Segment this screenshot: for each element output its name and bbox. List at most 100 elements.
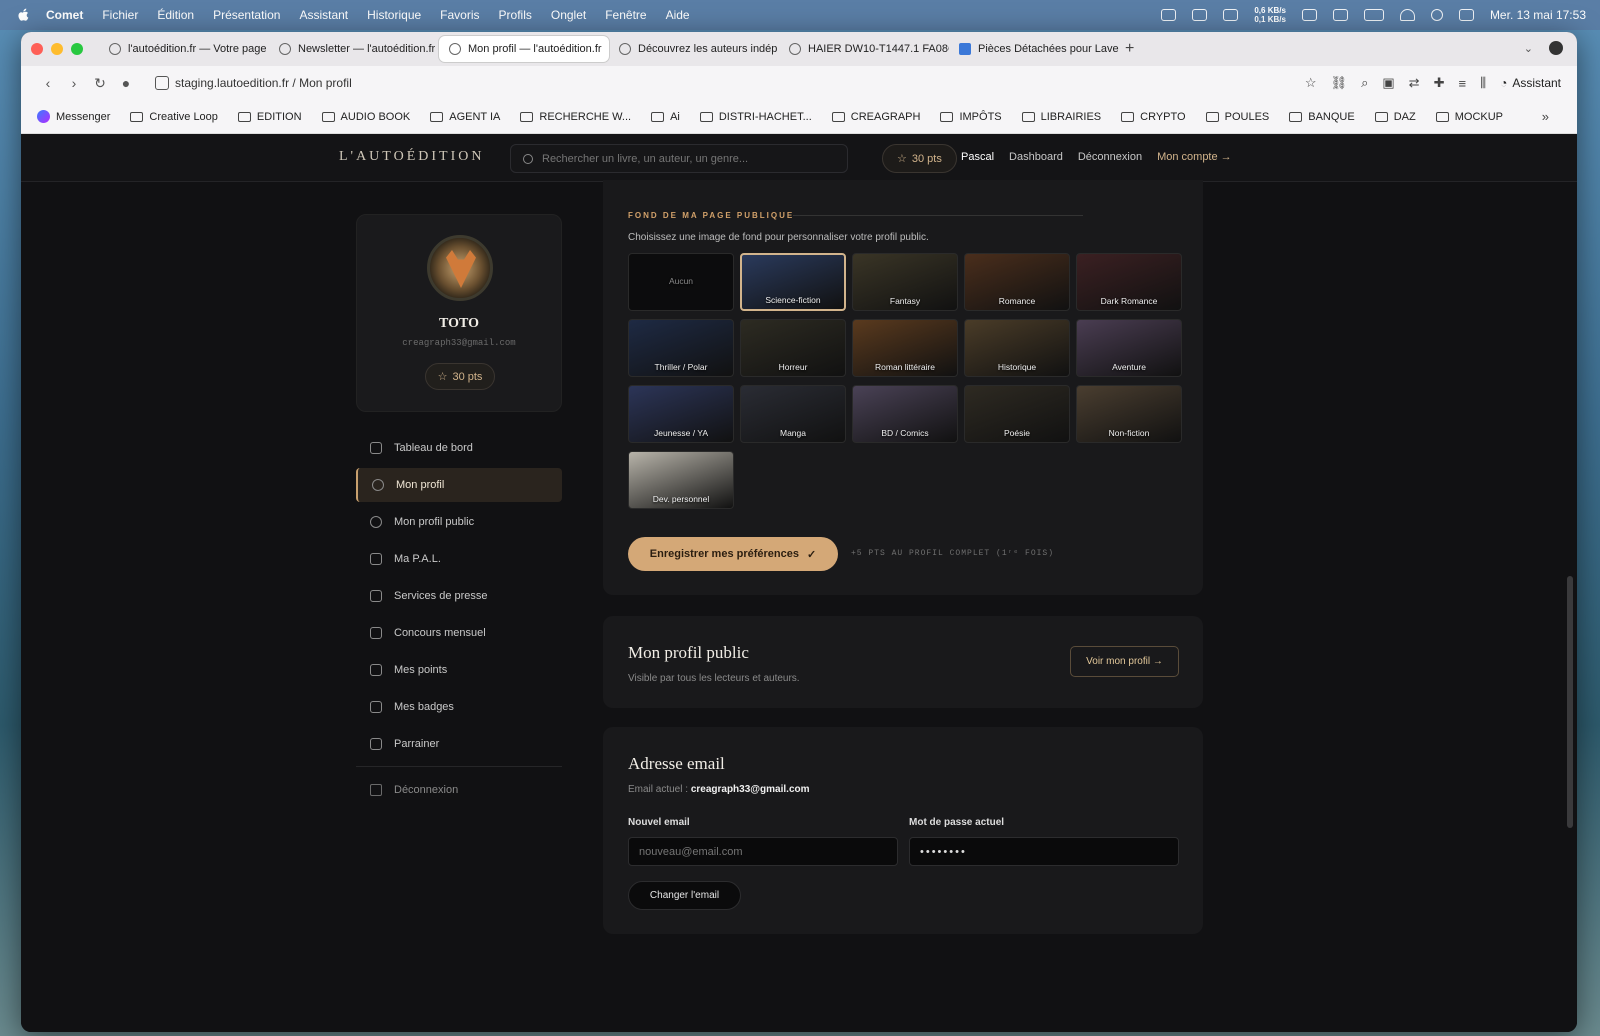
sidebar-item-tableau-de-bord[interactable]: Tableau de bord <box>356 431 562 465</box>
assistant-button[interactable]: ◔ Assistant <box>1500 76 1561 90</box>
menu-edition[interactable]: Édition <box>157 8 194 22</box>
background-option[interactable]: Poésie <box>964 385 1070 443</box>
menu-assistant[interactable]: Assistant <box>299 8 348 22</box>
apple-icon[interactable] <box>16 8 30 22</box>
zoom-window-button[interactable] <box>71 43 83 55</box>
change-email-button[interactable]: Changer l'email <box>628 881 741 910</box>
puzzle-icon[interactable]: ✚ <box>1434 75 1445 91</box>
menu-fichier[interactable]: Fichier <box>102 8 138 22</box>
menu-presentation[interactable]: Présentation <box>213 8 280 22</box>
bookmark-folder[interactable]: CREAGRAPH <box>831 111 920 123</box>
sidebar-item-parrainer[interactable]: Parrainer <box>356 727 562 761</box>
points-badge[interactable]: ☆ 30 pts <box>882 144 957 173</box>
background-option[interactable]: Non-fiction <box>1076 385 1182 443</box>
battery-icon[interactable] <box>1363 9 1384 21</box>
view-profile-button[interactable]: Voir mon profil → <box>1070 646 1179 677</box>
profile-icon[interactable] <box>1549 41 1563 55</box>
new-tab-button[interactable]: + <box>1125 40 1134 58</box>
background-option[interactable]: Historique <box>964 319 1070 377</box>
tab-autoedition-home[interactable]: l'autoédition.fr — Votre page <box>99 36 269 62</box>
bookmark-folder[interactable]: EDITION <box>237 111 302 123</box>
scrollbar[interactable] <box>1567 576 1573 828</box>
wifi-icon[interactable] <box>1399 9 1415 21</box>
background-option[interactable]: Dark Romance <box>1076 253 1182 311</box>
url-field[interactable]: staging.lautoedition.fr / Mon profil <box>155 76 352 90</box>
background-option[interactable]: Thriller / Polar <box>628 319 734 377</box>
new-email-field[interactable] <box>628 837 898 866</box>
nav-my-account[interactable]: Mon compte → <box>1157 151 1232 163</box>
status-app-icon[interactable] <box>1223 9 1239 21</box>
bookmark-folder[interactable]: LIBRAIRIES <box>1021 111 1101 123</box>
bookmark-folder[interactable]: IMPÔTS <box>940 111 1002 123</box>
background-option[interactable]: Science-fiction <box>740 253 846 311</box>
minimize-window-button[interactable] <box>51 43 63 55</box>
sidebar-item-profil-public[interactable]: Mon profil public <box>356 505 562 539</box>
bookmark-folder[interactable]: MOCKUP <box>1435 111 1503 123</box>
menu-aide[interactable]: Aide <box>666 8 690 22</box>
background-option[interactable]: Dev. personnel <box>628 451 734 509</box>
tab-newsletter[interactable]: Newsletter — l'autoédition.fr <box>269 36 439 62</box>
control-center-icon[interactable] <box>1458 9 1474 21</box>
bluetooth-icon[interactable] <box>1332 9 1348 21</box>
sidebar-item-concours[interactable]: Concours mensuel <box>356 616 562 650</box>
spotlight-icon[interactable] <box>1430 9 1443 21</box>
tab-pieces-detachees[interactable]: Pièces Détachées pour Lave <box>949 36 1119 62</box>
status-app-icon[interactable] <box>1161 9 1177 21</box>
menu-icon[interactable]: ≡ <box>1458 76 1466 91</box>
menu-onglet[interactable]: Onglet <box>551 8 586 22</box>
site-info-icon[interactable] <box>155 76 169 90</box>
sidebar-logout[interactable]: Déconnexion <box>370 784 458 796</box>
save-preferences-button[interactable]: Enregistrer mes préférences ✓ <box>628 537 838 571</box>
background-option[interactable]: Aucun <box>628 253 734 311</box>
bookmark-star-icon[interactable]: ☆ <box>1305 75 1317 91</box>
reload-icon[interactable]: ↻ <box>87 75 113 92</box>
background-option[interactable]: Aventure <box>1076 319 1182 377</box>
bookmark-folder[interactable]: BANQUE <box>1289 111 1355 123</box>
close-window-button[interactable] <box>31 43 43 55</box>
bookmark-folder[interactable]: DISTRI-HACHET... <box>699 111 812 123</box>
status-app-icon[interactable] <box>1192 9 1208 21</box>
nav-username[interactable]: Pascal <box>961 151 994 163</box>
background-option[interactable]: Fantasy <box>852 253 958 311</box>
password-field[interactable] <box>909 837 1179 866</box>
menu-profils[interactable]: Profils <box>499 8 532 22</box>
translate-icon[interactable]: ⇄ <box>1409 75 1420 91</box>
sidebar-item-points[interactable]: Mes points <box>356 653 562 687</box>
background-option[interactable]: Manga <box>740 385 846 443</box>
back-icon[interactable]: ‹ <box>35 75 61 91</box>
menu-fenetre[interactable]: Fenêtre <box>605 8 646 22</box>
nav-logout[interactable]: Déconnexion <box>1078 151 1142 163</box>
background-option[interactable]: BD / Comics <box>852 385 958 443</box>
menu-historique[interactable]: Historique <box>367 8 421 22</box>
tab-mon-profil[interactable]: Mon profil — l'autoédition.fr <box>439 36 609 62</box>
display-icon[interactable] <box>1301 9 1317 21</box>
bookmark-folder[interactable]: CRYPTO <box>1121 111 1186 123</box>
bookmark-folder[interactable]: POULES <box>1205 111 1269 123</box>
bookmark-folder[interactable]: Ai <box>651 111 680 123</box>
bookmark-folder[interactable]: DAZ <box>1374 111 1416 123</box>
zoom-icon[interactable]: ⌕ <box>1361 75 1368 91</box>
sidebar-item-mon-profil[interactable]: Mon profil <box>356 468 562 502</box>
background-option[interactable]: Jeunesse / YA <box>628 385 734 443</box>
background-option[interactable]: Romance <box>964 253 1070 311</box>
forward-icon[interactable]: › <box>61 75 87 91</box>
nav-dashboard[interactable]: Dashboard <box>1009 151 1063 163</box>
site-logo[interactable]: L'AUTOÉDITION <box>339 149 484 165</box>
sidebar-item-services-presse[interactable]: Services de presse <box>356 579 562 613</box>
tab-auteurs[interactable]: Découvrez les auteurs indép <box>609 36 779 62</box>
microphone-icon[interactable]: ● <box>113 75 139 91</box>
bookmark-folder[interactable]: AGENT IA <box>430 111 500 123</box>
bookmark-folder[interactable]: RECHERCHE W... <box>520 111 631 123</box>
chevron-down-icon[interactable]: ⌄ <box>1524 42 1533 55</box>
more-bookmarks-icon[interactable]: » <box>1542 109 1549 124</box>
tab-haier[interactable]: HAIER DW10-T1447.1 FA08C <box>779 36 949 62</box>
menu-clock[interactable]: Mer. 13 mai 17:53 <box>1490 8 1586 22</box>
bookmark-folder[interactable]: AUDIO BOOK <box>321 111 410 123</box>
menu-app-name[interactable]: Comet <box>46 8 83 22</box>
search-input[interactable] <box>542 152 832 165</box>
site-search[interactable] <box>510 144 848 173</box>
sidebar-item-badges[interactable]: Mes badges <box>356 690 562 724</box>
bookmark-messenger[interactable]: Messenger <box>37 110 110 123</box>
background-option[interactable]: Horreur <box>740 319 846 377</box>
background-option[interactable]: Roman littéraire <box>852 319 958 377</box>
